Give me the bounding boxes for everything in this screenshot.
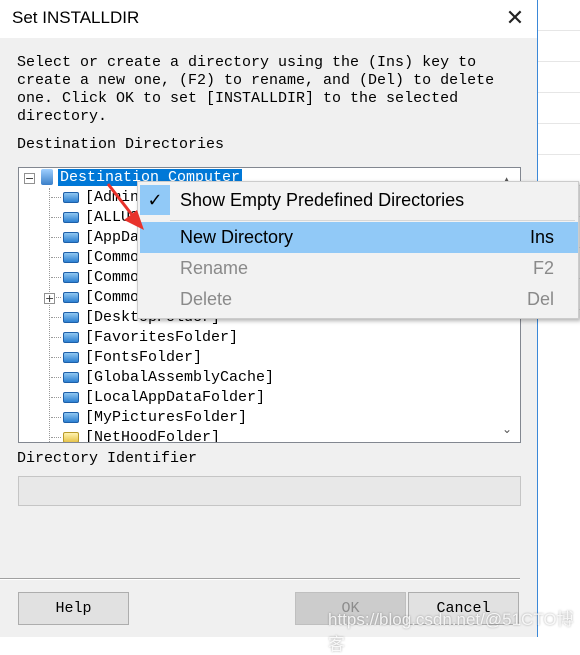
tree-item[interactable]: [LocalAppDataFolder] — [51, 388, 265, 408]
red-arrow-annotation — [106, 183, 144, 230]
tree-item[interactable]: [Commo — [51, 268, 139, 288]
close-icon[interactable]: ✕ — [495, 0, 535, 38]
tree-item-label: [LocalAppDataFolder] — [85, 389, 266, 406]
tree-item[interactable]: [NetHoodFolder] — [51, 428, 221, 443]
tree-item[interactable]: [FavoritesFolder] — [51, 328, 238, 348]
tree-item-label: [GlobalAssemblyCache] — [85, 369, 275, 386]
tree-item[interactable]: [Commo — [51, 248, 139, 268]
menu-shortcut: Del — [526, 289, 554, 309]
directory-identifier-input[interactable] — [18, 476, 521, 506]
folder-icon — [63, 271, 79, 283]
expand-icon[interactable]: + — [44, 293, 55, 304]
tree-item[interactable]: [FontsFolder] — [51, 348, 202, 368]
menu-item-show-empty[interactable]: Show Empty Predefined Directories — [140, 185, 578, 216]
folder-icon — [63, 391, 79, 403]
tree-item[interactable]: [Commo — [51, 288, 139, 308]
folder-icon — [63, 331, 79, 343]
folder-icon — [63, 351, 79, 363]
scroll-down-icon[interactable]: ⌄ — [502, 422, 512, 436]
context-menu: ✓ Show Empty Predefined Directories New … — [137, 181, 579, 319]
tree-item-label: [FontsFolder] — [85, 349, 203, 366]
menu-shortcut: F2 — [532, 258, 554, 278]
tree-item-label: [Commo — [85, 269, 140, 286]
tree-item-label: [MyPicturesFolder] — [85, 409, 248, 426]
menu-item-delete[interactable]: Delete Del — [140, 284, 578, 315]
menu-label: New Directory — [180, 227, 294, 247]
folder-icon — [63, 411, 79, 423]
watermark: https://blog.csdn.net/@51CTO博客 — [328, 610, 574, 654]
menu-label: Rename — [180, 258, 249, 278]
folder-icon — [63, 311, 79, 323]
tree-item-label: [Commo — [85, 249, 140, 266]
tree-item[interactable]: [MyPicturesFolder] — [51, 408, 247, 428]
tree-item[interactable]: [GlobalAssemblyCache] — [51, 368, 274, 388]
folder-icon — [63, 291, 79, 303]
divider — [0, 578, 520, 580]
identifier-label: Directory Identifier — [17, 450, 198, 467]
folder-icon — [63, 371, 79, 383]
folder-icon — [63, 431, 79, 442]
menu-item-rename[interactable]: Rename F2 — [140, 253, 578, 284]
help-button[interactable]: Help — [18, 592, 129, 625]
tree-item-label: [FavoritesFolder] — [85, 329, 239, 346]
menu-label: Delete — [180, 289, 233, 309]
folder-icon — [63, 251, 79, 263]
menu-label: Show Empty Predefined Directories — [180, 190, 465, 210]
menu-shortcut: Ins — [529, 227, 554, 247]
tree-item-label: [Commo — [85, 289, 140, 306]
menu-item-new-directory[interactable]: New Directory Ins — [140, 222, 578, 253]
tree-item-label: [NetHoodFolder] — [85, 429, 221, 443]
menu-separator — [170, 220, 575, 221]
